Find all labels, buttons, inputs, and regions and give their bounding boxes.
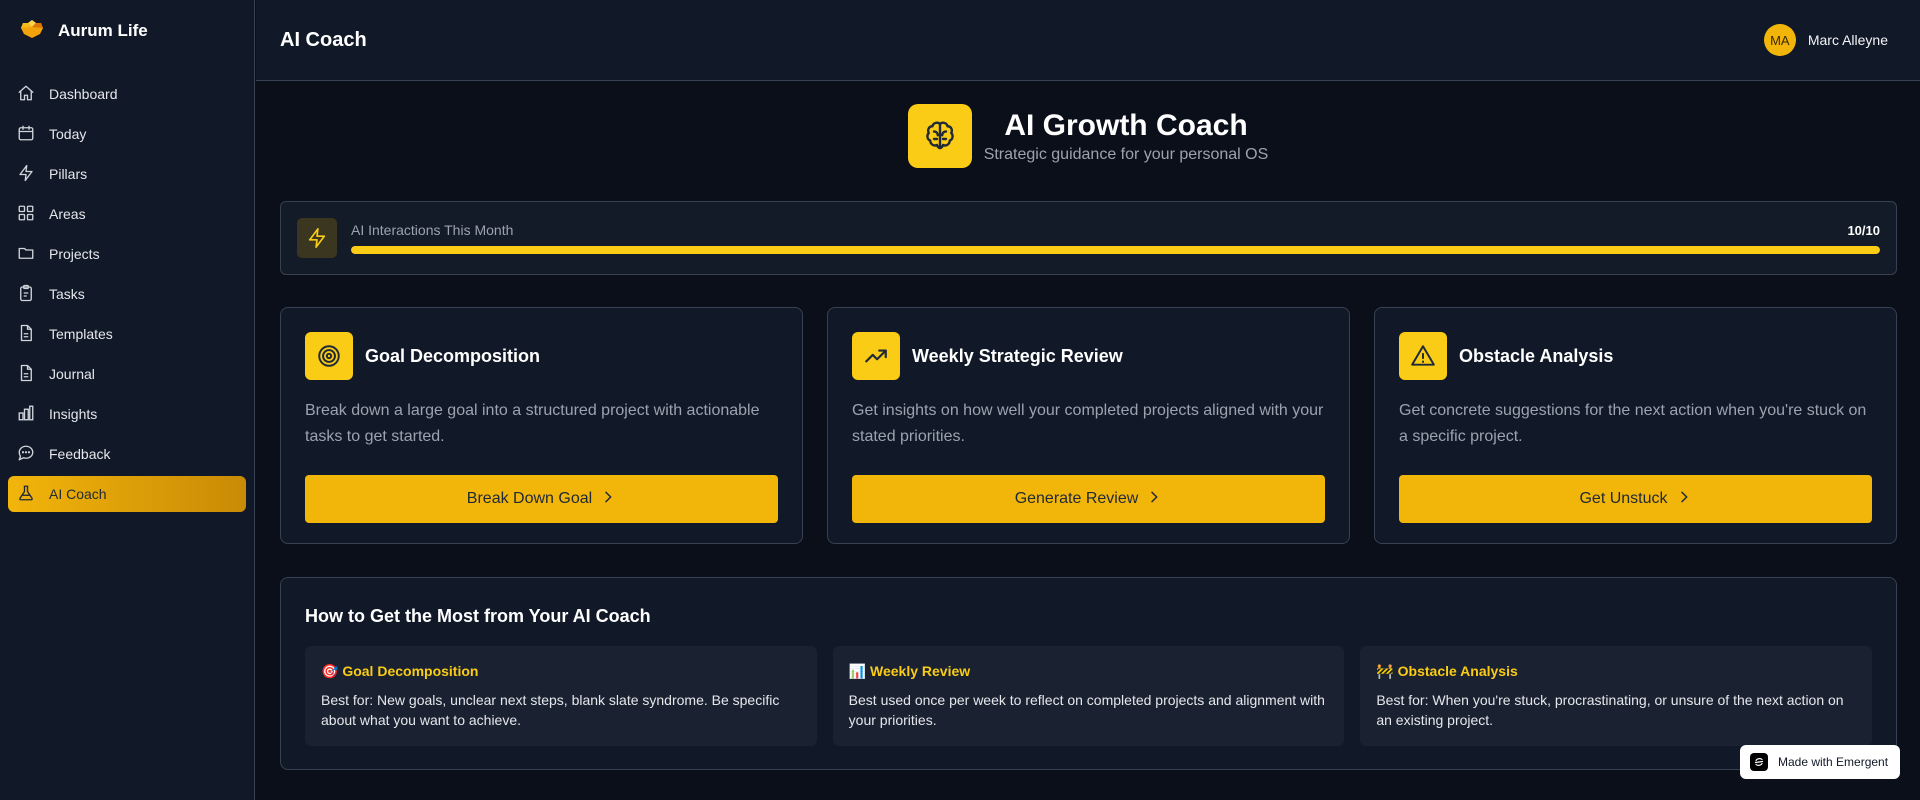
sidebar-item-label: Feedback: [49, 446, 111, 462]
sidebar-item-tasks[interactable]: Tasks: [8, 276, 246, 312]
top-header: AI Coach MA Marc Alleyne: [256, 0, 1920, 81]
card-obstacle-analysis: Obstacle Analysis Get concrete suggestio…: [1374, 307, 1897, 544]
home-icon: [17, 84, 35, 105]
usage-label: AI Interactions This Month: [351, 222, 514, 238]
button-label: Get Unstuck: [1579, 490, 1668, 507]
brand[interactable]: Aurum Life: [0, 0, 254, 62]
chevron-right-icon: [1676, 489, 1692, 510]
calendar-icon: [17, 124, 35, 145]
tip-title: Weekly Review: [870, 663, 971, 679]
button-label: Break Down Goal: [466, 490, 593, 507]
aurum-logo-icon: [20, 19, 44, 44]
tip-description: Best for: When you're stuck, procrastina…: [1376, 692, 1844, 728]
sidebar-item-pillars[interactable]: Pillars: [8, 156, 246, 192]
usage-meter: AI Interactions This Month 10/10: [280, 201, 1897, 275]
card-description: Get concrete suggestions for the next ac…: [1399, 402, 1867, 445]
document-icon: [17, 364, 35, 385]
sidebar-item-journal[interactable]: Journal: [8, 356, 246, 392]
main-content: AI Coach MA Marc Alleyne AI Growth Coach…: [256, 0, 1920, 800]
trending-up-icon: [852, 332, 900, 380]
tip-description: Best for: New goals, unclear next steps,…: [321, 692, 780, 728]
sidebar-item-label: AI Coach: [49, 486, 107, 502]
sidebar-item-insights[interactable]: Insights: [8, 396, 246, 432]
tips-title: How to Get the Most from Your AI Coach: [305, 606, 651, 626]
document-icon: [17, 324, 35, 345]
target-emoji-icon: 🎯: [321, 663, 339, 679]
bar-chart-icon: [17, 404, 35, 425]
warning-icon: [1399, 332, 1447, 380]
avatar[interactable]: MA: [1763, 24, 1796, 56]
sidebar-item-label: Projects: [49, 246, 100, 262]
sidebar-item-label: Tasks: [49, 286, 85, 302]
chart-emoji-icon: 📊: [848, 663, 867, 679]
user-menu[interactable]: MA Marc Alleyne: [1763, 24, 1888, 56]
hero-title: AI Growth Coach: [1004, 109, 1248, 142]
hero: AI Growth Coach Strategic guidance for y…: [256, 104, 1920, 168]
sidebar-item-label: Dashboard: [49, 86, 118, 102]
usage-progress-fill: [351, 246, 1880, 254]
lightning-icon: [297, 218, 337, 258]
construction-emoji-icon: 🚧: [1376, 663, 1394, 679]
card-goal-decomposition: Goal Decomposition Break down a large go…: [280, 307, 803, 544]
card-title: Weekly Strategic Review: [912, 345, 1123, 366]
clipboard-icon: [17, 284, 35, 305]
badge-label: Made with Emergent: [1778, 755, 1889, 769]
tip-weekly-review: 📊 Weekly Review Best used once per week …: [832, 646, 1345, 746]
tip-obstacle-analysis: 🚧 Obstacle Analysis Best for: When you'r…: [1360, 646, 1873, 746]
sidebar-item-dashboard[interactable]: Dashboard: [8, 76, 246, 112]
sidebar-item-templates[interactable]: Templates: [8, 316, 246, 352]
target-icon: [305, 332, 353, 380]
sidebar-item-areas[interactable]: Areas: [8, 196, 246, 232]
card-description: Get insights on how well your completed …: [852, 402, 1324, 445]
brain-icon: [907, 104, 972, 168]
sidebar-item-ai-coach[interactable]: AI Coach: [8, 476, 246, 512]
page-title: AI Coach: [280, 28, 367, 51]
sidebar-item-label: Pillars: [49, 166, 88, 182]
sidebar-item-label: Templates: [49, 326, 113, 342]
card-description: Break down a large goal into a structure…: [305, 402, 760, 445]
user-name: Marc Alleyne: [1807, 32, 1888, 48]
usage-progress-bar: [351, 246, 1880, 254]
grid-icon: [17, 204, 35, 225]
card-weekly-strategic-review: Weekly Strategic Review Get insights on …: [827, 307, 1350, 544]
sidebar: Aurum Life Dashboard Today Pillars Areas…: [0, 0, 255, 800]
usage-count: 10/10: [1847, 222, 1880, 238]
tips-panel: How to Get the Most from Your AI Coach 🎯…: [280, 577, 1897, 770]
sidebar-item-today[interactable]: Today: [8, 116, 246, 152]
chevron-right-icon: [600, 489, 616, 510]
card-title: Goal Decomposition: [365, 345, 541, 366]
break-down-goal-button[interactable]: Break Down Goal: [305, 475, 778, 523]
made-with-emergent-badge[interactable]: Made with Emergent: [1740, 745, 1900, 779]
sidebar-item-label: Areas: [49, 206, 86, 222]
folder-icon: [17, 244, 35, 265]
brand-name: Aurum Life: [58, 21, 148, 40]
coach-tools: Goal Decomposition Break down a large go…: [280, 307, 1897, 544]
button-label: Generate Review: [1014, 490, 1139, 507]
sidebar-nav: Dashboard Today Pillars Areas Projects T…: [0, 62, 254, 512]
generate-review-button[interactable]: Generate Review: [852, 475, 1325, 523]
lightning-icon: [17, 164, 35, 185]
sidebar-item-label: Today: [49, 126, 87, 142]
sidebar-item-label: Journal: [49, 366, 95, 382]
tip-title: Obstacle Analysis: [1397, 663, 1518, 679]
emergent-logo-icon: [1750, 753, 1768, 771]
chat-icon: [17, 444, 35, 465]
tip-title: Goal Decomposition: [342, 663, 479, 679]
hero-subtitle: Strategic guidance for your personal OS: [983, 146, 1269, 163]
flask-icon: [17, 484, 35, 505]
sidebar-item-projects[interactable]: Projects: [8, 236, 246, 272]
sidebar-item-feedback[interactable]: Feedback: [8, 436, 246, 472]
get-unstuck-button[interactable]: Get Unstuck: [1399, 475, 1872, 523]
card-title: Obstacle Analysis: [1459, 345, 1614, 366]
tip-goal-decomposition: 🎯 Goal Decomposition Best for: New goals…: [305, 646, 817, 746]
sidebar-item-label: Insights: [49, 406, 98, 422]
chevron-right-icon: [1146, 489, 1162, 510]
tip-description: Best used once per week to reflect on co…: [848, 692, 1325, 728]
